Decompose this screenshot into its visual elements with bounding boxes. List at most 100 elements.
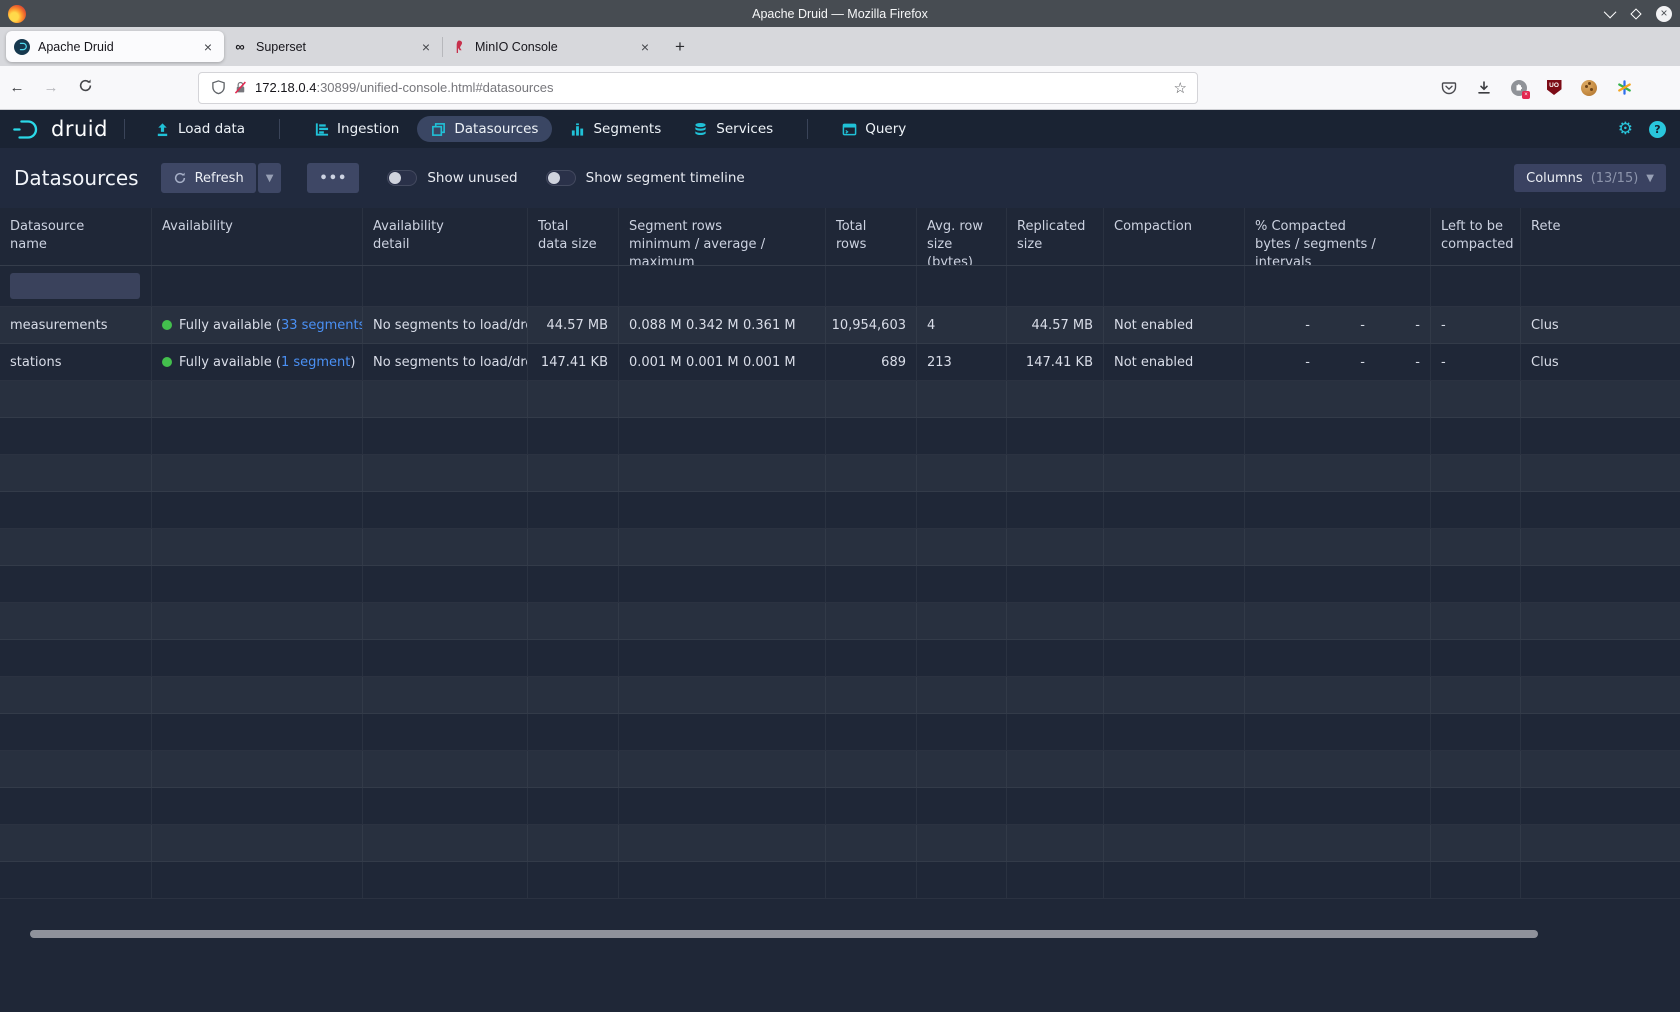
- left-to-be-compacted-cell: -: [1431, 344, 1521, 380]
- col-header-total-rows[interactable]: Totalrows: [826, 208, 917, 265]
- help-icon[interactable]: ?: [1649, 121, 1666, 138]
- downloads-icon[interactable]: [1475, 79, 1493, 97]
- tab-minio-console[interactable]: MinIO Console ×: [443, 31, 661, 62]
- ublock-icon[interactable]: UO: [1545, 79, 1563, 97]
- refresh-button[interactable]: Refresh: [161, 163, 256, 193]
- availability-detail-cell: No segments to load/drop: [363, 344, 528, 380]
- load-data-icon: [155, 122, 170, 137]
- nav-ingestion[interactable]: Ingestion: [300, 116, 413, 142]
- table-empty-row: [0, 714, 1680, 751]
- segments-link[interactable]: 1 segment: [281, 355, 350, 370]
- table-empty-row: [0, 788, 1680, 825]
- compaction-cell: Not enabled: [1104, 307, 1245, 343]
- table-empty-row: [0, 640, 1680, 677]
- back-button[interactable]: ←: [0, 79, 34, 96]
- tab-close-icon[interactable]: ×: [200, 39, 216, 55]
- nav-divider: [807, 119, 808, 139]
- col-header-left-to-be-compacted[interactable]: Left to becompacted: [1431, 208, 1521, 265]
- replicated-size-cell: 44.57 MB: [1007, 307, 1104, 343]
- total-rows-cell: 689: [826, 344, 917, 380]
- show-segment-timeline-toggle[interactable]: [546, 170, 576, 186]
- nav-load-data[interactable]: Load data: [141, 116, 259, 142]
- col-header-total-data-size[interactable]: Totaldata size: [528, 208, 619, 265]
- tab-title: Superset: [256, 40, 418, 54]
- pct-compacted-cell: ---: [1245, 307, 1431, 343]
- tab-close-icon[interactable]: ×: [637, 39, 653, 55]
- window-title: Apache Druid — Mozilla Firefox: [0, 7, 1680, 21]
- tab-bar: Apache Druid × ∞ Superset × MinIO Consol…: [0, 27, 1680, 66]
- segments-link[interactable]: 33 segments: [281, 318, 363, 333]
- url-path: :30899/unified-console.html#datasources: [316, 80, 553, 95]
- window-close-icon[interactable]: ×: [1656, 6, 1672, 22]
- tab-title: Apache Druid: [38, 40, 200, 54]
- show-unused-toggle[interactable]: [387, 170, 417, 186]
- total-data-size-cell: 44.57 MB: [528, 307, 619, 343]
- table-empty-row: [0, 381, 1680, 418]
- table-empty-row: [0, 418, 1680, 455]
- table-row-measurements: measurements Fully available (33 segment…: [0, 307, 1680, 344]
- brand-name: druid: [51, 117, 108, 141]
- columns-button[interactable]: Columns (13/15) ▼: [1514, 164, 1666, 192]
- retention-cell: Clus: [1521, 344, 1680, 380]
- horizontal-scrollbar[interactable]: [30, 930, 1538, 938]
- tab-apache-druid[interactable]: Apache Druid ×: [6, 31, 224, 62]
- datasource-name-cell: measurements: [0, 307, 152, 343]
- datasource-name-cell: stations: [0, 344, 152, 380]
- minio-favicon-icon: [451, 39, 467, 55]
- reload-button[interactable]: [68, 78, 102, 97]
- asterisk-extension-icon[interactable]: [1615, 79, 1633, 97]
- nav-services[interactable]: Services: [679, 116, 787, 142]
- tracking-shield-icon[interactable]: [209, 79, 227, 97]
- datasource-filter-input[interactable]: [10, 273, 140, 299]
- nav-query[interactable]: Query: [828, 116, 920, 142]
- window-titlebar: Apache Druid — Mozilla Firefox ×: [0, 0, 1680, 27]
- left-to-be-compacted-cell: -: [1431, 307, 1521, 343]
- col-header-replicated-size[interactable]: Replicatedsize: [1007, 208, 1104, 265]
- col-header-availability[interactable]: Availability: [152, 208, 363, 265]
- forward-button[interactable]: →: [34, 79, 68, 96]
- pct-compacted-cell: ---: [1245, 344, 1431, 380]
- table-empty-row: [0, 751, 1680, 788]
- segments-icon: [570, 122, 585, 137]
- more-actions-button[interactable]: •••: [307, 163, 359, 193]
- col-header-datasource-name[interactable]: Datasourcename: [0, 208, 152, 265]
- tab-superset[interactable]: ∞ Superset ×: [224, 31, 442, 62]
- insecure-lock-icon[interactable]: [231, 79, 249, 97]
- total-data-size-cell: 147.41 KB: [528, 344, 619, 380]
- url-bar[interactable]: 172.18.0.4:30899/unified-console.html#da…: [198, 72, 1198, 104]
- refresh-interval-button[interactable]: ▼: [258, 163, 282, 193]
- table-empty-row: [0, 825, 1680, 862]
- browser-toolbar: ← → 172.18.0.4:30899/unified-console.htm…: [0, 66, 1680, 110]
- ingestion-icon: [314, 122, 329, 137]
- nav-datasources[interactable]: Datasources: [417, 116, 552, 142]
- bookmark-star-icon[interactable]: ☆: [1174, 79, 1187, 97]
- druid-logo-icon: [12, 118, 44, 141]
- available-dot-icon: [162, 357, 172, 367]
- services-icon: [693, 122, 708, 137]
- cookie-icon[interactable]: [1580, 79, 1598, 97]
- col-header-avg-row-size[interactable]: Avg. row size(bytes): [917, 208, 1007, 265]
- col-header-retention[interactable]: Rete: [1521, 208, 1680, 265]
- window-maximize-icon[interactable]: [1630, 8, 1641, 19]
- compaction-cell: Not enabled: [1104, 344, 1245, 380]
- availability-cell: Fully available (1 segment): [152, 344, 363, 380]
- new-tab-button[interactable]: +: [675, 37, 685, 57]
- col-header-pct-compacted[interactable]: % Compactedbytes / segments / intervals: [1245, 208, 1431, 265]
- availability-cell: Fully available (33 segments): [152, 307, 363, 343]
- tab-close-icon[interactable]: ×: [418, 39, 434, 55]
- nav-segments[interactable]: Segments: [556, 116, 675, 142]
- table-header-row: Datasourcename Availability Availability…: [0, 208, 1680, 266]
- col-header-availability-detail[interactable]: Availabilitydetail: [363, 208, 528, 265]
- col-header-segment-rows[interactable]: Segment rowsminimum / average / maximum: [619, 208, 826, 265]
- menu-icon[interactable]: [1650, 79, 1666, 97]
- avg-row-size-cell: 213: [917, 344, 1007, 380]
- table-empty-row: [0, 492, 1680, 529]
- tab-title: MinIO Console: [475, 40, 637, 54]
- settings-gear-icon[interactable]: ⚙: [1618, 119, 1633, 139]
- pocket-icon[interactable]: [1440, 79, 1458, 97]
- extension-icon[interactable]: ×: [1510, 79, 1528, 97]
- nav-divider: [279, 119, 280, 139]
- druid-header: druid Load data Ingestion Datasources Se…: [0, 110, 1680, 148]
- col-header-compaction[interactable]: Compaction: [1104, 208, 1245, 265]
- datasources-table: Datasourcename Availability Availability…: [0, 208, 1680, 1012]
